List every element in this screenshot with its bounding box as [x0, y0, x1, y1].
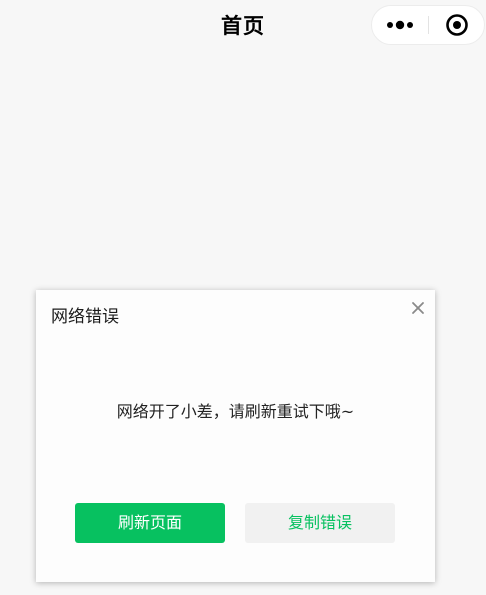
- more-button[interactable]: [372, 6, 428, 44]
- close-miniprogram-button[interactable]: [429, 6, 485, 44]
- close-x-icon: [412, 302, 424, 314]
- network-error-dialog: 网络错误 网络开了小差，请刷新重试下哦~ 刷新页面 复制错误: [36, 290, 435, 582]
- dialog-title: 网络错误: [51, 307, 119, 327]
- refresh-page-button[interactable]: 刷新页面: [75, 503, 225, 543]
- more-dots-icon: [387, 20, 413, 30]
- error-message: 网络开了小差，请刷新重试下哦~: [116, 402, 355, 421]
- menu-capsule: [371, 5, 485, 45]
- copy-error-button[interactable]: 复制错误: [245, 503, 395, 543]
- navigation-bar: 首页: [0, 0, 486, 50]
- dialog-close-button[interactable]: [410, 300, 426, 316]
- target-close-icon: [446, 14, 468, 36]
